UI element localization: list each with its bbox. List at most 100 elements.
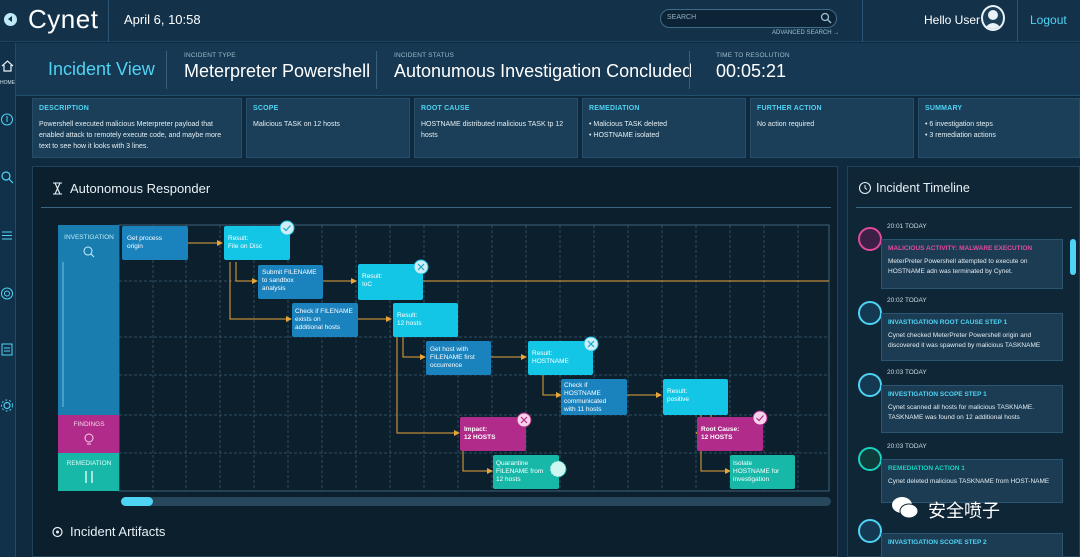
node-check-additional-hosts[interactable]: Check if FILENAME exists on additional hos… — [292, 303, 358, 337]
timeline-card-title: INVASTIGATION ROOT CAUSE STEP 1 — [888, 319, 1008, 326]
report-icon[interactable] — [0, 342, 15, 357]
lane-investigation-label: INVESTIGATION — [64, 234, 114, 241]
node-submit-to-sandbox[interactable]: Submit FILENAME to sandbox analysis — [258, 265, 323, 299]
timeline-time: 20:03 TODAY — [887, 369, 927, 376]
sidebar: HOME — [0, 43, 16, 557]
timeline-time: 20:02 TODAY — [887, 297, 927, 304]
card-body: Powershell executed malicious Meterprete… — [39, 121, 222, 150]
clock-icon — [858, 181, 872, 195]
magnifier-icon — [858, 373, 882, 397]
timeline-time: 20:01 TODAY — [887, 223, 927, 230]
card-body: No action required — [757, 121, 815, 128]
page-title: Incident View — [48, 59, 155, 79]
node-get-host-first-occurrence[interactable]: Get host with FILENAME first occurrence — [426, 341, 491, 375]
divider — [376, 51, 377, 89]
card-description: DESCRIPTION Powershell executed maliciou… — [32, 98, 242, 158]
card-title: REMEDIATION — [589, 105, 640, 112]
user-greeting: Hello User — [924, 13, 981, 27]
lane-investigation — [58, 225, 119, 415]
divider — [689, 51, 690, 89]
compass-icon[interactable] — [0, 112, 15, 127]
lane-remediation-label: REMEDIATION — [67, 460, 112, 467]
incident-status-label: INCIDENT STATUS — [394, 52, 455, 59]
logout-link[interactable]: Logout — [1030, 13, 1067, 27]
home-label: HOME — [0, 80, 15, 86]
card-title: SCOPE — [253, 105, 279, 112]
node-get-process-origin[interactable]: Get process origin — [122, 226, 188, 260]
timeline-card-body: MeterPreter Powershell attempted to exec… — [888, 258, 1028, 275]
autonomous-responder-panel: Autonomous Responder INVESTIGATION FINDI… — [32, 166, 838, 557]
node-result-hostname[interactable]: Result: HOSTNAME — [528, 336, 599, 375]
timeline-card: INVASTIGATION SCOPE STEP 2 — [881, 533, 1063, 557]
node-check-hostname-communicated[interactable]: Check if HOSTNAME communicated with 11 host… — [561, 379, 627, 415]
wechat-logo-icon — [892, 497, 919, 519]
node-result-ioc[interactable]: Result: IoC — [358, 259, 429, 300]
cynet-logo-icon — [4, 13, 17, 26]
incident-summary-cards: DESCRIPTION Powershell executed maliciou… — [16, 96, 1080, 160]
node-impact-12-hosts[interactable]: Impact: 12 HOSTS — [460, 412, 532, 451]
card-title: FURTHER ACTION — [757, 105, 822, 112]
divider — [108, 0, 109, 42]
current-datetime: April 6, 10:58 — [124, 12, 201, 27]
ttr-label: TIME TO RESOLUTION — [716, 52, 790, 59]
user-icon — [984, 10, 1002, 29]
search-icon[interactable] — [0, 170, 15, 185]
workflow-diagram: INVESTIGATION FINDINGS REMEDIATION Get p… — [58, 220, 831, 506]
node-result-12-hosts[interactable]: Result: 12 hosts — [393, 303, 458, 337]
progress-spinner-icon — [549, 460, 567, 478]
incident-type-value: Meterpreter Powershell — [184, 61, 371, 81]
search-icon[interactable] — [820, 12, 832, 24]
home-icon[interactable] — [0, 58, 15, 73]
timeline-card-title: REMEDIATION ACTION 1 — [888, 465, 965, 472]
incident-header: Incident View INCIDENT TYPE Meterpreter … — [16, 43, 1080, 96]
lane-findings-label: FINDINGS — [73, 421, 105, 428]
horizontal-scrollbar-thumb[interactable] — [121, 497, 153, 506]
node-isolate-hostname[interactable]: Isolate HOSTNAME for investigation — [730, 455, 795, 489]
timeline-card-body: Cynet scanned all hosts for malicious TA… — [888, 404, 1035, 421]
node-result-positive[interactable]: Result: positive — [663, 379, 728, 415]
search-input[interactable]: SEARCH — [660, 9, 837, 28]
timeline-time: 20:03 TODAY — [887, 443, 927, 450]
incident-artifacts-title: Incident Artifacts — [70, 524, 166, 539]
timeline-card: MALICIOUS ACTIVITY: MALWARE EXECUTION Me… — [881, 239, 1063, 289]
list-icon[interactable] — [0, 228, 15, 243]
divider — [1017, 0, 1018, 42]
checkmark-icon — [752, 410, 768, 426]
timeline-card-body: Cynet deleted malicious TASKNAME from HO… — [888, 478, 1050, 485]
timeline-card-body: Cynet checked MeterPreter Powershell ori… — [888, 332, 1041, 349]
timeline-card-title: MALICIOUS ACTIVITY: MALWARE EXECUTION — [888, 245, 1033, 252]
app-logo[interactable]: Cynet — [28, 4, 98, 35]
card-body: • Malicious TASK deleted • HOSTNAME isol… — [589, 121, 668, 139]
settings-icon[interactable] — [0, 398, 15, 413]
search-placeholder: SEARCH — [667, 14, 697, 21]
card-body: HOSTNAME distributed malicious TASK tp 1… — [421, 121, 564, 139]
divider — [856, 207, 1072, 208]
incident-timeline-title: Incident Timeline — [876, 181, 970, 195]
node-quarantine-filename[interactable]: Quarantine FILENAME from 12 hosts — [493, 455, 567, 489]
incident-type-label: INCIDENT TYPE — [184, 52, 236, 59]
avatar[interactable] — [981, 5, 1005, 31]
lightbulb-icon — [858, 227, 882, 251]
radar-icon[interactable] — [0, 286, 15, 301]
timeline-card-title: INVASTIGATION SCOPE STEP 2 — [888, 539, 987, 546]
ttr-value: 00:05:21 — [716, 61, 787, 81]
card-summary: SUMMARY • 6 investigation steps • 3 reme… — [918, 98, 1080, 158]
artifacts-icon — [52, 526, 63, 538]
horizontal-scrollbar-track[interactable] — [121, 497, 831, 506]
timeline-card: INVESTIGATION SCOPE STEP 1 Cynet scanned… — [881, 385, 1063, 433]
magnifier-icon — [858, 519, 882, 543]
timeline-scrollbar-thumb[interactable] — [1070, 239, 1076, 275]
card-body: • 6 investigation steps • 3 remediation … — [925, 121, 996, 139]
checkmark-icon — [279, 220, 295, 236]
wechat-watermark: 安全喷子 — [890, 494, 1045, 522]
advanced-search-link[interactable]: ADVANCED SEARCH → — [772, 30, 839, 36]
card-title: DESCRIPTION — [39, 105, 90, 112]
divider — [862, 0, 863, 42]
divider — [166, 51, 167, 89]
node-root-cause-12-hosts[interactable]: Root Cause: 12 HOSTS — [697, 410, 768, 451]
top-bar: Cynet April 6, 10:58 SEARCH ADVANCED SEA… — [0, 0, 1080, 42]
card-scope: SCOPE Malicious TASK on 12 hosts — [246, 98, 410, 158]
timeline-card-title: INVESTIGATION SCOPE STEP 1 — [888, 391, 987, 398]
node-result-file-on-disc[interactable]: Result: File on Disc — [224, 220, 295, 260]
lane-remediation — [58, 453, 119, 491]
